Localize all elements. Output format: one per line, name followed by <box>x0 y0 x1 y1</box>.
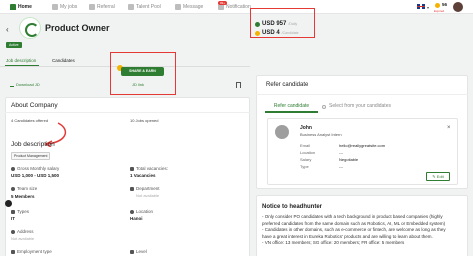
coin-icon <box>435 3 440 8</box>
gross-salary-label: Gross Monthly salary <box>17 166 60 171</box>
status-badge: Active <box>6 42 22 48</box>
chevron-down-icon[interactable]: ▾ <box>427 5 429 10</box>
edit-label: Edit <box>436 174 444 179</box>
gross-salary-value: USD 1,000 - USD 1,500 <box>11 173 60 178</box>
nav-talent-pool-label: Talent Pool <box>136 4 161 10</box>
salary-icon <box>11 167 15 171</box>
refer-candidate-title: Refer candidate <box>266 82 309 88</box>
coin-expired-label: Expired <box>434 9 445 13</box>
email-value: hello@reallygreatsite.com <box>339 143 386 148</box>
employment-type-label: Employment type <box>17 249 52 254</box>
vacancies-value: 1 Vacancies <box>130 173 156 178</box>
address-value: Not available <box>11 236 35 241</box>
edit-button[interactable]: ✎ Edit <box>426 172 450 181</box>
coin-balance: 56 <box>442 2 448 7</box>
reward-candidate: USD 4 /Candidate <box>255 30 299 36</box>
salary-field-label: Salary <box>300 157 312 162</box>
home-icon <box>10 4 16 10</box>
department-label: Department <box>136 186 160 191</box>
location-field-label: Location <box>300 150 316 155</box>
job-description-title: Job description <box>11 141 55 148</box>
type-field-label: Type <box>300 164 309 169</box>
location-value: Hanoi <box>130 216 143 221</box>
notice-line: - VN office: 13 members; SG office: 20 m… <box>262 240 405 245</box>
download-jd-button[interactable]: Download JD <box>10 82 40 87</box>
chat-bubble-icon[interactable] <box>5 200 12 207</box>
location-field-value: --- <box>339 150 343 155</box>
referral-icon <box>89 4 95 10</box>
message-icon <box>175 4 181 10</box>
close-icon[interactable]: × <box>447 125 451 131</box>
level-icon <box>130 250 134 254</box>
reward-daily-value: USD 957 <box>262 21 287 27</box>
tab-candidates[interactable]: Candidates <box>52 58 75 63</box>
reward-candidate-value: USD 4 <box>262 30 280 36</box>
vacancies-icon <box>130 167 134 171</box>
email-label: Email <box>300 143 311 148</box>
download-jd-label: Download JD <box>16 82 40 87</box>
top-nav: Home My jobs Referral Talent Pool Messag… <box>0 0 473 14</box>
coin-icon <box>255 30 260 36</box>
types-value: IT <box>11 216 15 221</box>
nav-message[interactable]: Message <box>175 3 203 11</box>
vacancies-label: Total vacancies: <box>136 166 169 171</box>
nav-message-label: Message <box>183 4 204 10</box>
company-logo <box>19 17 41 39</box>
team-size-label: Team size <box>17 186 38 191</box>
candidate-role: Business Analyst Intern <box>300 132 342 137</box>
location-icon <box>130 210 134 214</box>
types-icon <box>11 210 15 214</box>
nav-home-label: Home <box>18 4 32 10</box>
candidate-name: John <box>300 125 312 131</box>
nav-talent-pool[interactable]: Talent Pool <box>128 3 161 11</box>
tab-select-candidates[interactable]: Select from your candidates <box>322 100 391 113</box>
department-icon <box>130 187 134 191</box>
category-chip: Product Management <box>11 152 51 160</box>
back-arrow-icon[interactable]: ‹ <box>6 25 9 34</box>
reward-daily: USD 957 /Daily <box>255 21 297 27</box>
bookmark-icon[interactable] <box>236 82 241 88</box>
nav-referral[interactable]: Referral <box>89 3 115 11</box>
divider <box>5 112 250 113</box>
user-avatar[interactable] <box>452 1 464 13</box>
nav-my-jobs-label: My jobs <box>60 4 78 10</box>
notification-badge: 99+ <box>218 1 227 5</box>
address-label: Address <box>17 229 34 234</box>
candidate-avatar <box>275 125 289 139</box>
jd-link-button[interactable]: JD link <box>132 82 144 87</box>
jobs-opened: 10 Jobs opened <box>130 118 159 123</box>
reward-candidate-note: /Candidate <box>281 31 299 35</box>
department-value: Not available <box>136 193 160 198</box>
people-icon <box>322 104 326 109</box>
employment-icon <box>11 250 15 254</box>
notice-title: Notice to headhunter <box>262 204 323 210</box>
nav-home[interactable]: Home <box>10 3 32 11</box>
level-label: Level <box>136 249 147 254</box>
download-icon <box>10 83 14 87</box>
nav-my-jobs[interactable]: My jobs <box>52 3 77 11</box>
types-label: Types <box>17 209 30 214</box>
nav-referral-label: Referral <box>97 4 115 10</box>
money-icon <box>255 21 260 27</box>
location-label: Location <box>136 209 154 214</box>
briefcase-icon <box>52 4 58 10</box>
nav-notification-label: Notification <box>226 4 251 10</box>
type-field-value: --- <box>339 164 343 169</box>
page-title: Product Owner <box>45 23 110 33</box>
share-earn-button[interactable]: SHARE & EARN <box>121 67 164 76</box>
address-icon <box>11 230 15 234</box>
about-company-title: About Company <box>11 102 58 109</box>
tab-refer-candidate[interactable]: Refer candidate <box>265 100 318 113</box>
tab-job-description[interactable]: Job description <box>6 58 36 63</box>
reward-daily-note: /Daily <box>288 22 298 26</box>
team-icon <box>11 187 15 191</box>
pencil-icon: ✎ <box>432 174 436 179</box>
uk-flag-icon[interactable] <box>417 4 425 9</box>
tab-select-candidates-label: Select from your candidates <box>329 103 391 109</box>
talent-pool-icon <box>128 4 134 10</box>
divider <box>256 94 468 95</box>
salary-field-value: Negotiable <box>339 157 359 162</box>
team-size-value: 5 Members <box>11 194 35 199</box>
